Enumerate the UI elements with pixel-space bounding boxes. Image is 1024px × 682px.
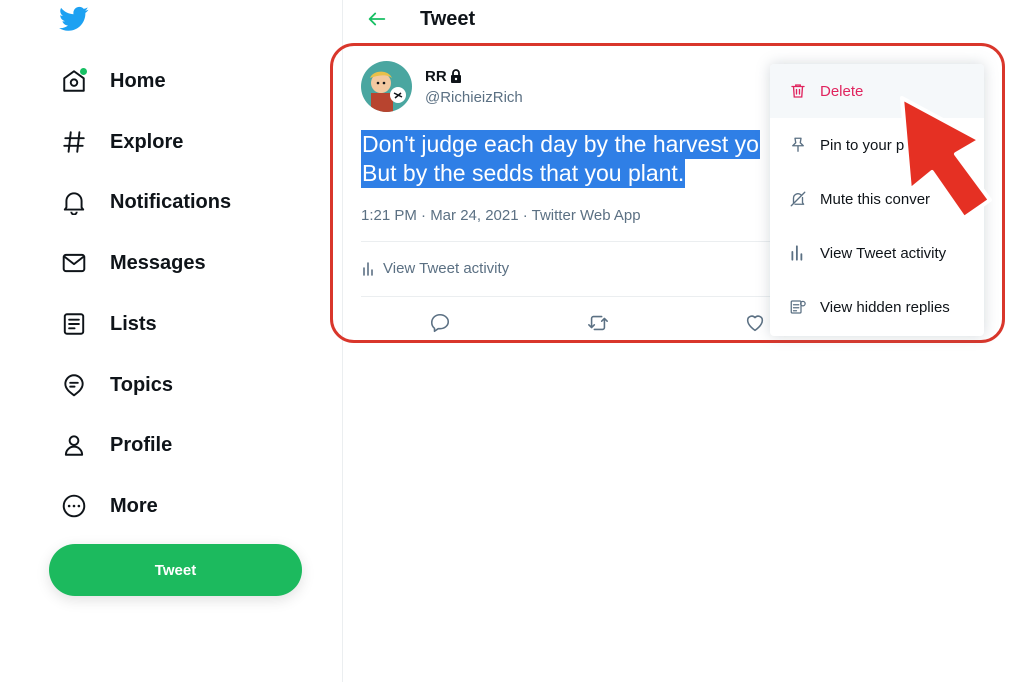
page-title: Tweet [420,8,476,30]
notification-dot [80,68,87,75]
sidebar-item-notifications[interactable]: Notifications [52,180,249,224]
hidden-replies-icon [788,297,808,317]
sidebar-item-label: More [110,494,158,517]
sidebar-item-messages[interactable]: Messages [52,241,224,285]
retweet-icon[interactable] [585,310,611,336]
more-icon [52,484,96,528]
tweet-button[interactable]: Tweet [49,544,302,596]
sidebar-item-topics[interactable]: Topics [52,363,191,407]
menu-item-label: Delete [820,82,864,100]
activity-icon [363,261,373,276]
envelope-icon [52,241,96,285]
sidebar-item-home[interactable]: Home [52,59,184,103]
sidebar-item-label: Messages [110,251,206,274]
reply-icon[interactable] [427,310,453,336]
twitter-logo-icon[interactable] [58,4,90,34]
menu-item-view-hidden-replies[interactable]: View hidden replies [770,280,984,334]
sidebar-item-label: Explore [110,130,184,153]
activity-label: View Tweet activity [383,260,510,277]
sidebar-item-profile[interactable]: Profile [52,423,190,467]
bell-icon [52,180,96,224]
home-icon [52,59,96,103]
person-icon [52,423,96,467]
sidebar-item-lists[interactable]: Lists [52,302,175,346]
like-icon[interactable] [742,310,768,336]
tweet-text: Don't judge each day by the harvest yo B… [361,130,781,188]
avatar[interactable] [361,61,412,112]
topics-icon [52,363,96,407]
tweet-text-line: But by the sedds that you plant. [361,159,686,188]
sidebar-item-explore[interactable]: Explore [52,120,201,164]
sidebar: Home Explore Notifications Messages List… [0,0,343,682]
sidebar-item-label: Home [110,69,166,92]
back-arrow-icon[interactable] [364,6,390,32]
sidebar-item-label: Topics [110,373,173,396]
menu-item-label: View hidden replies [820,298,950,316]
tweet-timestamp[interactable]: 1:21 PM · Mar 24, 2021 · Twitter Web App [361,207,641,224]
sidebar-item-label: Profile [110,433,173,456]
user-handle[interactable]: @RichieizRich [425,89,523,106]
lock-icon [451,69,461,83]
display-name[interactable]: RR [425,68,447,85]
pin-icon [788,135,808,155]
tweet-text-line: Don't judge each day by the harvest yo [361,130,760,159]
sidebar-item-label: Notifications [110,190,232,213]
sidebar-item-label: Lists [110,312,157,335]
activity-icon [788,243,808,263]
view-tweet-activity-link[interactable]: View Tweet activity [361,260,509,277]
trash-icon [788,81,808,101]
annotation-arrow-icon [900,96,992,220]
hashtag-icon [52,120,96,164]
menu-item-label: View Tweet activity [820,244,947,262]
list-icon [52,302,96,346]
mute-icon [788,189,808,209]
sidebar-item-more[interactable]: More [52,484,176,528]
